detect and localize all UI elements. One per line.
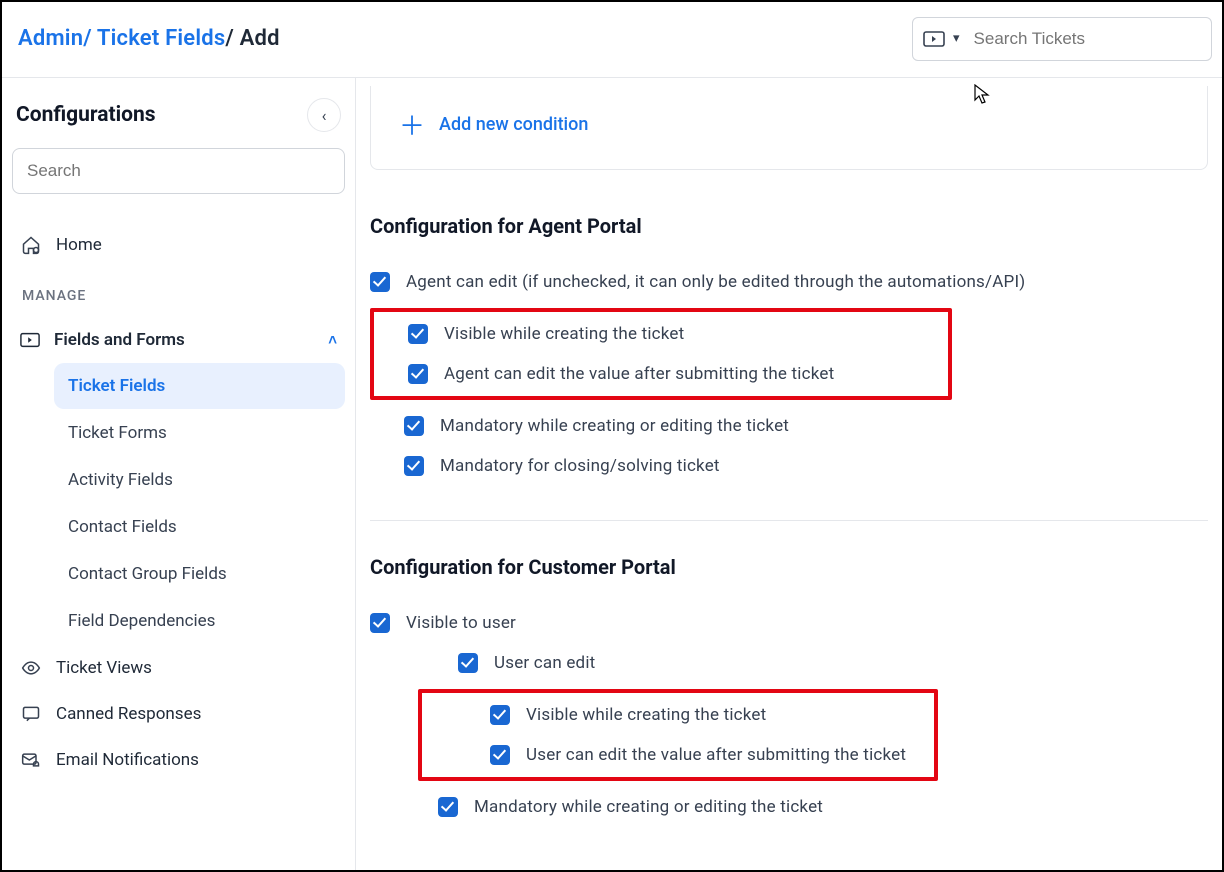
nav-activity-fields[interactable]: Activity Fields xyxy=(54,457,345,503)
plus-icon: ＋ xyxy=(399,106,425,143)
visible-to-user-row: Visible to user xyxy=(370,603,1208,643)
customer-mandatory-create-checkbox[interactable] xyxy=(438,797,458,817)
agent-edit-after-checkbox[interactable] xyxy=(408,364,428,384)
nav-home[interactable]: Home xyxy=(12,222,345,268)
breadcrumb-admin[interactable]: Admin xyxy=(18,26,83,51)
agent-mandatory-create-label: Mandatory while creating or editing the … xyxy=(440,416,789,436)
agent-can-edit-label: Agent can edit (if unchecked, it can onl… xyxy=(406,272,1025,292)
nav-ticket-views-label: Ticket Views xyxy=(56,658,152,678)
agent-can-edit-checkbox[interactable] xyxy=(370,272,390,292)
search-tickets-input[interactable] xyxy=(974,29,1201,49)
customer-mandatory-create-row: Mandatory while creating or editing the … xyxy=(370,787,1208,827)
sidebar-search-input[interactable] xyxy=(12,148,345,194)
customer-portal-header: Configuration for Customer Portal xyxy=(370,521,1208,603)
user-can-edit-checkbox[interactable] xyxy=(458,653,478,673)
condition-card: ＋ Add new condition xyxy=(370,86,1208,170)
nav-section-manage: MANAGE xyxy=(12,268,345,318)
customer-highlight-box: Visible while creating the ticket User c… xyxy=(418,689,938,781)
main-content: ＋ Add new condition Configuration for Ag… xyxy=(356,78,1222,870)
customer-visible-creating-row: Visible while creating the ticket xyxy=(422,695,934,735)
ticket-icon xyxy=(923,31,945,47)
nav-ticket-fields[interactable]: Ticket Fields xyxy=(54,363,345,409)
agent-visible-creating-row: Visible while creating the ticket xyxy=(374,314,948,354)
chevron-down-icon[interactable]: ▾ xyxy=(953,31,960,46)
breadcrumb-add: Add xyxy=(240,26,280,51)
agent-highlight-box: Visible while creating the ticket Agent … xyxy=(370,308,952,400)
nav-email-notifications-label: Email Notifications xyxy=(56,750,199,770)
agent-mandatory-close-label: Mandatory for closing/solving ticket xyxy=(440,456,720,476)
nav-fields-and-forms-children: Ticket Fields Ticket Forms Activity Fiel… xyxy=(12,363,345,644)
add-condition-button[interactable]: ＋ Add new condition xyxy=(399,106,1179,143)
customer-visible-creating-checkbox[interactable] xyxy=(490,705,510,725)
sidebar-title: Configurations xyxy=(16,103,156,127)
user-edit-after-checkbox[interactable] xyxy=(490,745,510,765)
user-can-edit-row: User can edit xyxy=(370,643,1208,683)
home-icon xyxy=(20,234,42,256)
agent-mandatory-create-row: Mandatory while creating or editing the … xyxy=(370,406,1208,446)
agent-visible-creating-label: Visible while creating the ticket xyxy=(444,324,684,344)
topbar: Admin/ Ticket Fields/ Add ▾ xyxy=(2,2,1222,78)
sidebar: Configurations ‹ Home MANAGE Fields and … xyxy=(2,78,356,870)
agent-portal-header: Configuration for Agent Portal xyxy=(370,170,1208,262)
nav-fields-and-forms[interactable]: Fields and Forms ˄ xyxy=(12,318,345,362)
agent-edit-after-label: Agent can edit the value after submittin… xyxy=(444,364,834,384)
customer-visible-creating-label: Visible while creating the ticket xyxy=(526,705,766,725)
visible-to-user-label: Visible to user xyxy=(406,613,516,633)
agent-visible-creating-checkbox[interactable] xyxy=(408,324,428,344)
add-condition-label: Add new condition xyxy=(439,114,588,135)
user-can-edit-label: User can edit xyxy=(494,653,595,673)
chevron-left-icon: ‹ xyxy=(322,106,327,125)
nav-canned-responses-label: Canned Responses xyxy=(56,704,201,724)
nav-contact-group-fields[interactable]: Contact Group Fields xyxy=(54,551,345,597)
nav-contact-fields[interactable]: Contact Fields xyxy=(54,504,345,550)
chevron-up-icon: ˄ xyxy=(328,331,337,349)
customer-mandatory-create-label: Mandatory while creating or editing the … xyxy=(474,797,823,817)
visible-to-user-checkbox[interactable] xyxy=(370,613,390,633)
nav-ticket-views[interactable]: Ticket Views xyxy=(12,645,345,691)
nav-field-dependencies[interactable]: Field Dependencies xyxy=(54,598,345,644)
agent-can-edit-row: Agent can edit (if unchecked, it can onl… xyxy=(370,262,1208,302)
search-tickets-box[interactable]: ▾ xyxy=(912,17,1212,61)
ticket-icon xyxy=(20,332,40,348)
agent-mandatory-close-checkbox[interactable] xyxy=(404,456,424,476)
nav-email-notifications[interactable]: Email Notifications xyxy=(12,737,345,783)
agent-mandatory-close-row: Mandatory for closing/solving ticket xyxy=(370,446,1208,486)
agent-mandatory-create-checkbox[interactable] xyxy=(404,416,424,436)
nav-ticket-forms[interactable]: Ticket Forms xyxy=(54,410,345,456)
breadcrumb: Admin/ Ticket Fields/ Add xyxy=(18,26,280,51)
nav-fields-and-forms-label: Fields and Forms xyxy=(54,330,185,350)
user-edit-after-row: User can edit the value after submitting… xyxy=(422,735,934,775)
nav-canned-responses[interactable]: Canned Responses xyxy=(12,691,345,737)
message-icon xyxy=(20,703,42,725)
collapse-sidebar-button[interactable]: ‹ xyxy=(307,98,341,132)
nav-home-label: Home xyxy=(56,235,102,255)
agent-edit-after-row: Agent can edit the value after submittin… xyxy=(374,354,948,394)
mail-bell-icon xyxy=(20,749,42,771)
eye-icon xyxy=(20,657,42,679)
breadcrumb-ticket-fields[interactable]: Ticket Fields xyxy=(97,26,225,51)
user-edit-after-label: User can edit the value after submitting… xyxy=(526,745,906,765)
